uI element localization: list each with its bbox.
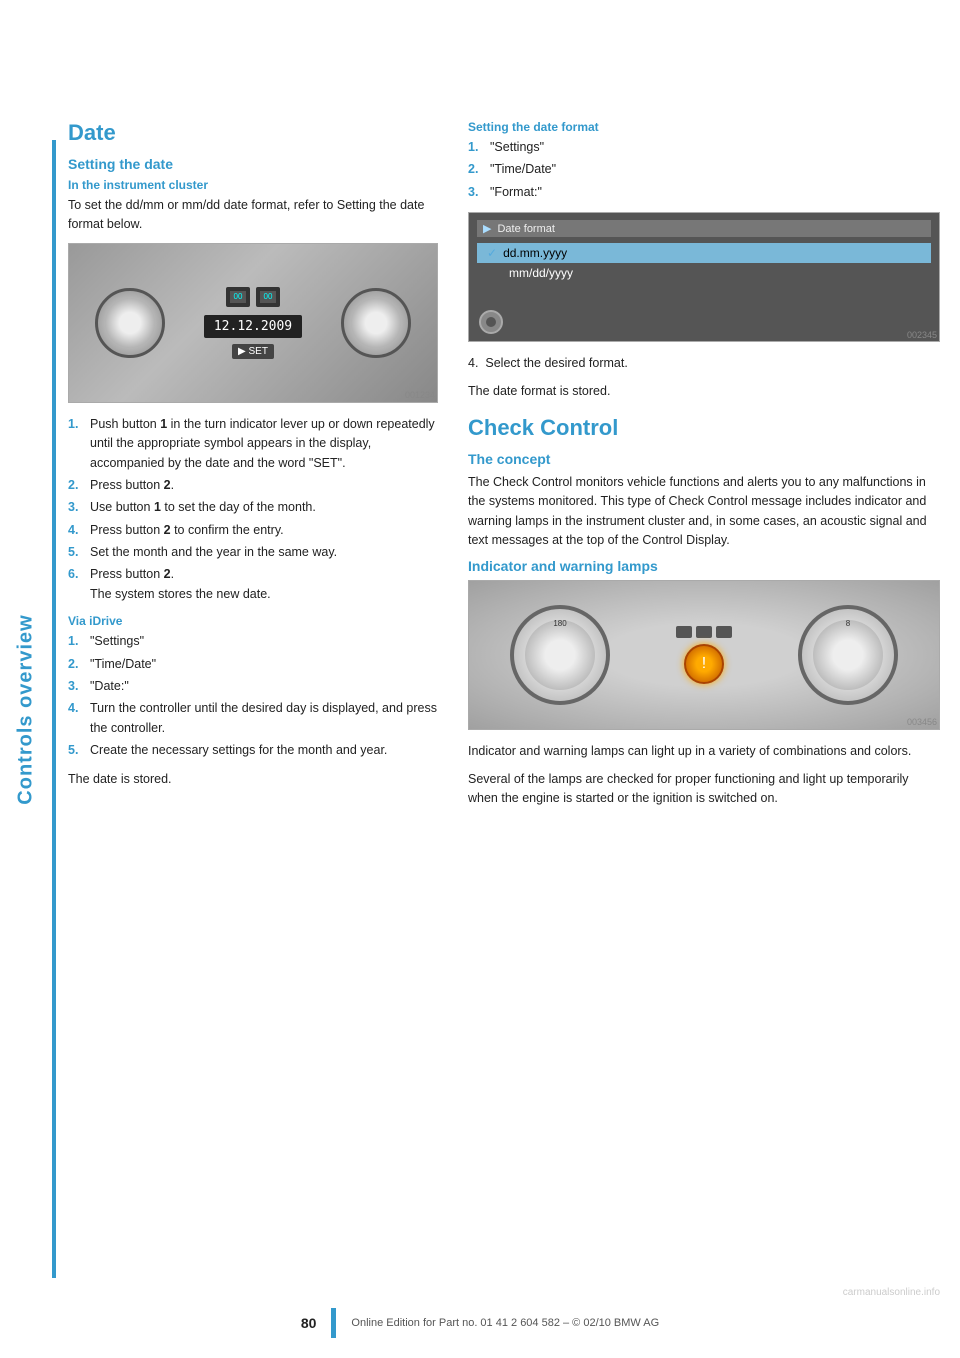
screen-title: Date format <box>497 223 554 235</box>
date-option-2: mm/dd/yyyy <box>509 266 573 280</box>
date-format-stored: The date format is stored. <box>468 382 940 401</box>
instrument-cluster-subtitle: In the instrument cluster <box>68 178 438 192</box>
step-idrive-1: 1. "Settings" <box>68 632 438 651</box>
setting-date-format-title: Setting the date format <box>468 120 940 134</box>
step-idrive-5: 5. Create the necessary settings for the… <box>68 741 438 760</box>
step-cluster-5: 5. Set the month and the year in the sam… <box>68 543 438 562</box>
step-idrive-4: 4. Turn the controller until the desired… <box>68 699 438 738</box>
step-cluster-1: 1. Push button 1 in the turn indicator l… <box>68 415 438 473</box>
indicator-title: Indicator and warning lamps <box>468 558 940 574</box>
set-button: ▶ SET <box>232 344 274 359</box>
date-display: 12.12.2009 <box>204 315 302 338</box>
screen-option-2: mm/dd/yyyy <box>477 263 931 283</box>
step-format-1: 1. "Settings" <box>468 138 940 157</box>
sidebar-bar <box>52 140 56 1278</box>
checkmark-icon: ✓ <box>487 246 497 260</box>
indicator-body-2: Several of the lamps are checked for pro… <box>468 770 940 809</box>
check-control-title: Check Control <box>468 415 940 441</box>
page-container: Controls overview Date Setting the date … <box>0 0 960 1358</box>
date-format-image: ▶ Date format ✓ dd.mm.yyyy mm/dd/yyyy <box>468 212 940 342</box>
step-cluster-2: 2. Press button 2. <box>68 476 438 495</box>
steps-format-list: 1. "Settings" 2. "Time/Date" 3. "Format:… <box>468 138 940 202</box>
step-format-2: 2. "Time/Date" <box>468 160 940 179</box>
date-section-title: Date <box>68 120 438 146</box>
watermark: carmanualsonline.info <box>843 1287 940 1298</box>
setting-date-title: Setting the date <box>68 156 438 172</box>
img-note-left: 001234 <box>405 390 435 400</box>
step-idrive-2: 2. "Time/Date" <box>68 655 438 674</box>
step-format-3: 3. "Format:" <box>468 183 940 202</box>
screen-title-bar: ▶ Date format <box>477 220 931 237</box>
sidebar-label-text: Controls overview <box>15 614 38 804</box>
footer: 80 Online Edition for Part no. 01 41 2 6… <box>0 1308 960 1338</box>
left-column: Date Setting the date In the instrument … <box>68 120 438 1278</box>
right-column: Setting the date format 1. "Settings" 2.… <box>468 120 940 1278</box>
warning-lamps-inner-img: 180 ! <box>469 581 939 729</box>
step4-text: 4. Select the desired format. <box>468 354 940 373</box>
img-note-lamps: 003456 <box>907 717 937 727</box>
step-cluster-3: 3. Use button 1 to set the day of the mo… <box>68 498 438 517</box>
step-cluster-6: 6. Press button 2.The system stores the … <box>68 565 438 604</box>
img-note-format: 002345 <box>907 330 937 340</box>
screen-option-1: ✓ dd.mm.yyyy <box>477 243 931 263</box>
step-idrive-3: 3. "Date:" <box>68 677 438 696</box>
step-cluster-4: 4. Press button 2 to confirm the entry. <box>68 521 438 540</box>
main-content: Date Setting the date In the instrument … <box>68 120 940 1278</box>
warning-lamps-image: 180 ! <box>468 580 940 730</box>
steps-cluster-list: 1. Push button 1 in the turn indicator l… <box>68 415 438 604</box>
page-number: 80 <box>301 1315 317 1331</box>
steps-idrive-list: 1. "Settings" 2. "Time/Date" 3. "Date:" … <box>68 632 438 760</box>
sidebar-label: Controls overview <box>0 140 52 1278</box>
concept-body: The Check Control monitors vehicle funct… <box>468 473 940 551</box>
footer-bar <box>331 1308 336 1338</box>
indicator-body-1: Indicator and warning lamps can light up… <box>468 742 940 761</box>
footer-text: Online Edition for Part no. 01 41 2 604 … <box>351 1317 659 1329</box>
instrument-cluster-image: 00 00 12.12.2009 ▶ SET <box>68 243 438 403</box>
concept-title: The concept <box>468 451 940 467</box>
via-idrive-title: Via iDrive <box>68 614 438 628</box>
instrument-cluster-body: To set the dd/mm or mm/dd date format, r… <box>68 196 438 235</box>
date-stored-text: The date is stored. <box>68 770 438 789</box>
date-format-screen: ▶ Date format ✓ dd.mm.yyyy mm/dd/yyyy <box>469 212 939 342</box>
date-option-1: dd.mm.yyyy <box>503 246 567 260</box>
